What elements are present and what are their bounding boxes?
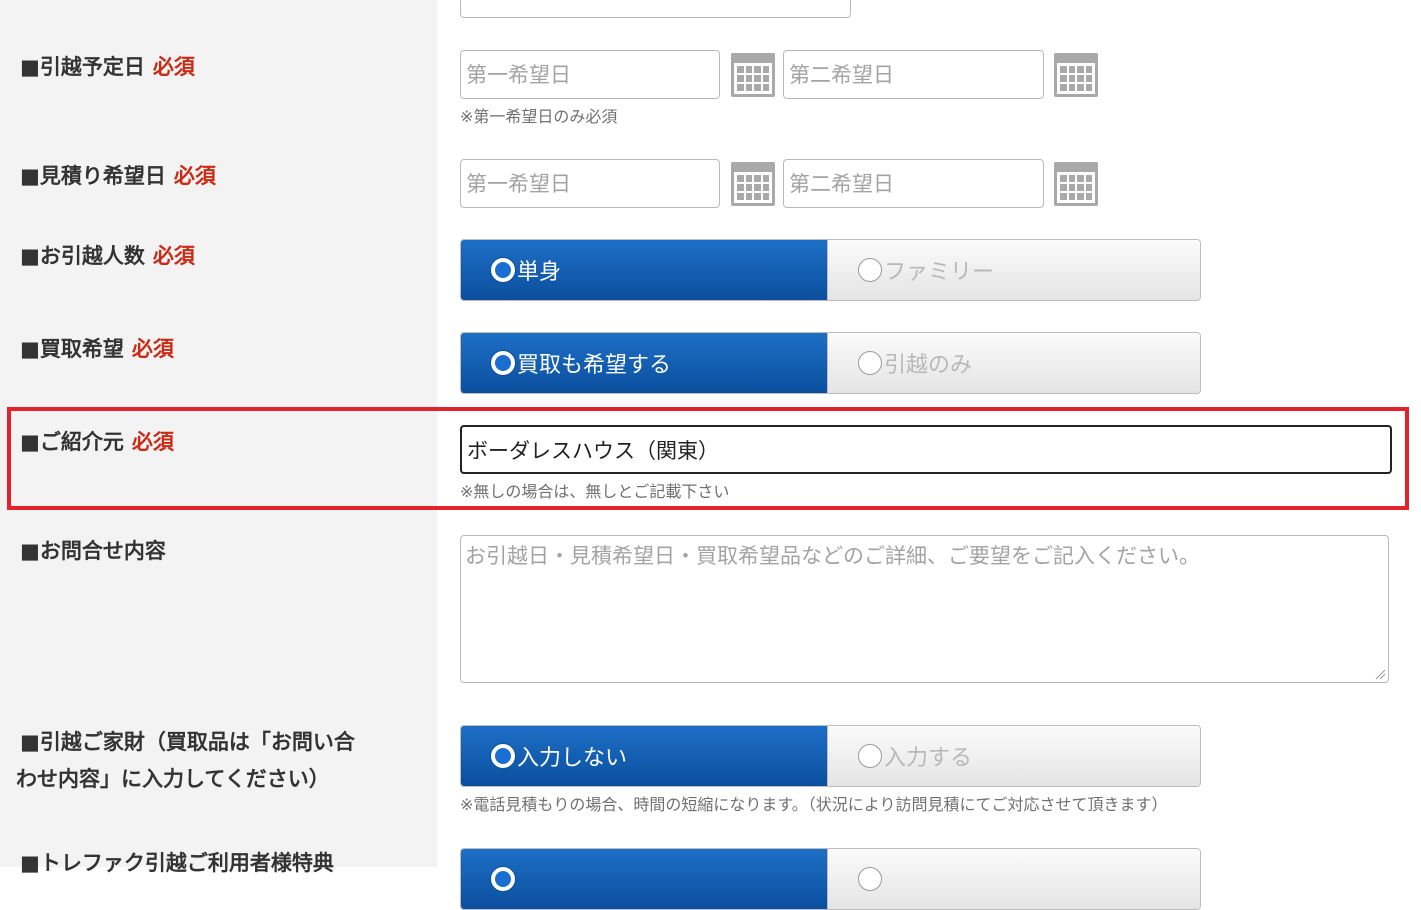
calendar-icon-grid <box>1057 63 1095 94</box>
move-date-note: ※第一希望日のみ必須 <box>460 107 618 126</box>
radio-selected-icon <box>491 867 515 891</box>
required-badge: 必須 <box>131 337 174 361</box>
calendar-icon-header <box>1054 53 1098 61</box>
option-label: 買取も希望する <box>517 353 672 378</box>
radio-unselected-icon <box>858 867 882 891</box>
estimate-date-first-input[interactable] <box>460 159 720 208</box>
inquiry-placeholder: お引越日・見積希望日・買取希望品などのご詳細、ご要望をご記入ください。 <box>465 544 1200 568</box>
furniture-label-line2: わせ内容」に入力してください） <box>16 767 330 791</box>
buyback-label-text: ■買取希望 <box>20 337 124 361</box>
move-date-first-input[interactable] <box>460 50 720 99</box>
estimate-date-label-text: ■見積り希望日 <box>20 164 166 188</box>
benefit-toggle <box>460 848 1201 910</box>
estimate-date-label: ■見積り希望日 必須 <box>20 158 216 194</box>
household-option-single[interactable]: 単身 <box>461 240 828 300</box>
benefit-option-unselected[interactable] <box>828 849 1200 909</box>
highlight-box <box>7 407 1409 510</box>
radio-unselected-icon <box>858 258 882 282</box>
furniture-label-line1: ■引越ご家財（買取品は「お問い合 <box>20 730 355 754</box>
radio-selected-icon <box>491 744 515 768</box>
option-label: 単身 <box>517 260 562 285</box>
radio-selected-icon <box>491 258 515 282</box>
calendar-icon[interactable] <box>1054 162 1098 206</box>
radio-unselected-icon <box>858 351 882 375</box>
furniture-option-no-input[interactable]: 入力しない <box>461 726 828 786</box>
household-label: ■お引越人数 必須 <box>20 238 195 274</box>
buyback-label: ■買取希望 必須 <box>20 331 174 367</box>
buyback-option-with-buyback[interactable]: 買取も希望する <box>461 333 828 393</box>
furniture-toggle: 入力しない 入力する <box>460 725 1201 787</box>
inquiry-label-text: ■お問合せ内容 <box>20 539 166 563</box>
inquiry-label: ■お問合せ内容 <box>20 533 166 569</box>
radio-selected-icon <box>491 351 515 375</box>
radio-unselected-icon <box>858 744 882 768</box>
buyback-toggle: 買取も希望する 引越のみ <box>460 332 1201 394</box>
furniture-note: ※電話見積もりの場合、時間の短縮になります。（状況により訪問見積にてご対応させて… <box>460 795 1168 814</box>
estimate-date-second-input[interactable] <box>783 159 1044 208</box>
option-label: ファミリー <box>884 260 995 285</box>
benefit-label-text: ■トレファク引越ご利用者様特典 <box>20 851 334 875</box>
move-date-label: ■引越予定日 必須 <box>20 49 195 85</box>
calendar-icon[interactable] <box>731 162 775 206</box>
calendar-icon-grid <box>734 172 772 203</box>
calendar-icon-header <box>1054 162 1098 170</box>
benefit-option-selected[interactable] <box>461 849 828 909</box>
inquiry-textarea[interactable]: お引越日・見積希望日・買取希望品などのご詳細、ご要望をご記入ください。 <box>460 535 1389 683</box>
required-badge: 必須 <box>152 244 195 268</box>
benefit-label: ■トレファク引越ご利用者様特典 <box>20 845 334 881</box>
option-label: 入力する <box>884 746 973 771</box>
furniture-label: ■引越ご家財（買取品は「お問い合 わせ内容」に入力してください） <box>16 724 355 798</box>
household-toggle: 単身 ファミリー <box>460 239 1201 301</box>
option-label: 引越のみ <box>884 353 973 378</box>
furniture-option-input[interactable]: 入力する <box>828 726 1200 786</box>
calendar-icon-grid <box>1057 172 1095 203</box>
move-date-label-text: ■引越予定日 <box>20 55 145 79</box>
calendar-icon-header <box>731 53 775 61</box>
calendar-icon[interactable] <box>1054 53 1098 97</box>
household-option-family[interactable]: ファミリー <box>828 240 1200 300</box>
buyback-option-move-only[interactable]: 引越のみ <box>828 333 1200 393</box>
household-label-text: ■お引越人数 <box>20 244 145 268</box>
option-label: 入力しない <box>517 746 628 771</box>
calendar-icon-header <box>731 162 775 170</box>
resize-handle-icon[interactable] <box>1374 668 1386 680</box>
required-badge: 必須 <box>152 55 195 79</box>
calendar-icon[interactable] <box>731 53 775 97</box>
previous-input[interactable] <box>460 0 851 18</box>
calendar-icon-grid <box>734 63 772 94</box>
required-badge: 必須 <box>173 164 216 188</box>
move-date-second-input[interactable] <box>783 50 1044 99</box>
